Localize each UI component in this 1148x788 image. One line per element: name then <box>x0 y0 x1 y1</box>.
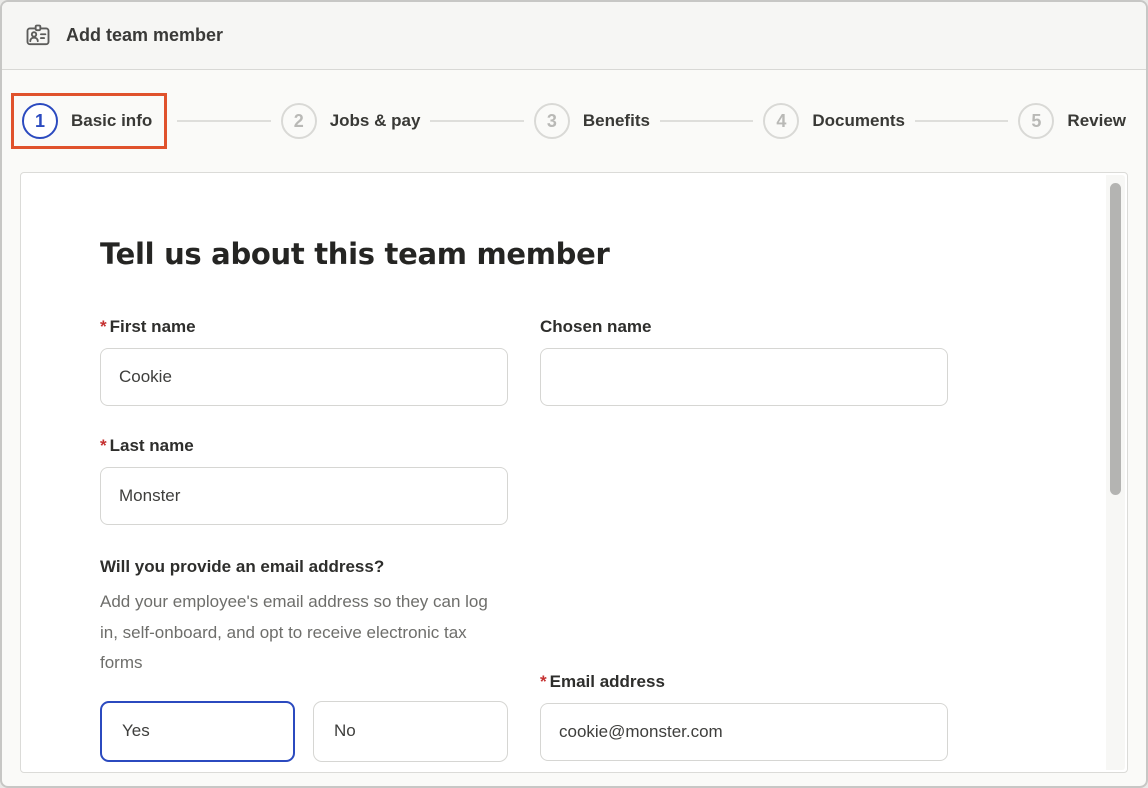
required-asterisk: * <box>540 672 547 691</box>
step-label: Documents <box>812 111 905 131</box>
page-title: Add team member <box>66 25 223 46</box>
first-name-input[interactable] <box>100 348 508 406</box>
step-number-circle: 3 <box>534 103 570 139</box>
first-name-field-group: *First name <box>100 317 508 406</box>
header-bar: Add team member <box>2 2 1146 70</box>
email-question-help-text: Add your employee's email address so the… <box>100 587 495 679</box>
form-grid: *First name Chosen name *Last name Will … <box>100 291 1067 762</box>
email-question-label: Will you provide an email address? <box>100 557 508 577</box>
scrollbar-thumb[interactable] <box>1110 183 1121 495</box>
chosen-name-label: Chosen name <box>540 317 948 337</box>
step-number-circle: 2 <box>281 103 317 139</box>
current-step-highlight-box: 1 Basic info <box>11 93 167 149</box>
step-jobs-pay[interactable]: 2 Jobs & pay <box>281 103 421 139</box>
step-connector <box>430 120 523 122</box>
scrollbar-track[interactable] <box>1106 175 1125 770</box>
step-wizard: 1 Basic info 2 Jobs & pay 3 Benefits 4 D… <box>2 70 1146 172</box>
basic-info-form-card: Tell us about this team member *First na… <box>20 172 1128 773</box>
add-team-member-window: Add team member 1 Basic info 2 Jobs & pa… <box>0 0 1148 788</box>
step-review[interactable]: 5 Review <box>1018 103 1126 139</box>
form-content: Tell us about this team member *First na… <box>21 173 1127 762</box>
step-connector <box>177 120 270 122</box>
required-asterisk: * <box>100 317 107 336</box>
form-heading: Tell us about this team member <box>100 237 1067 271</box>
yes-button[interactable]: Yes <box>100 701 295 762</box>
step-number-circle: 4 <box>763 103 799 139</box>
last-name-label: *Last name <box>100 436 508 456</box>
step-connector <box>915 120 1008 122</box>
step-documents[interactable]: 4 Documents <box>763 103 905 139</box>
email-label: *Email address <box>540 672 948 692</box>
no-button[interactable]: No <box>313 701 508 762</box>
step-number-circle: 5 <box>1018 103 1054 139</box>
step-label: Review <box>1067 111 1126 131</box>
step-number-circle: 1 <box>22 103 58 139</box>
step-basic-info[interactable]: 1 Basic info <box>22 103 152 139</box>
required-asterisk: * <box>100 436 107 455</box>
email-field-group: *Email address <box>540 672 948 762</box>
email-question-choices: Yes No <box>100 701 508 762</box>
last-name-input[interactable] <box>100 467 508 525</box>
step-connector <box>660 120 753 122</box>
step-label: Basic info <box>71 111 152 131</box>
email-question-block: Will you provide an email address? Add y… <box>100 557 508 762</box>
last-name-field-group: *Last name <box>100 436 508 525</box>
id-badge-icon <box>24 22 52 50</box>
step-benefits[interactable]: 3 Benefits <box>534 103 650 139</box>
email-input[interactable] <box>540 703 948 761</box>
chosen-name-field-group: Chosen name <box>540 317 948 406</box>
chosen-name-input[interactable] <box>540 348 948 406</box>
step-label: Jobs & pay <box>330 111 421 131</box>
step-label: Benefits <box>583 111 650 131</box>
first-name-label: *First name <box>100 317 508 337</box>
